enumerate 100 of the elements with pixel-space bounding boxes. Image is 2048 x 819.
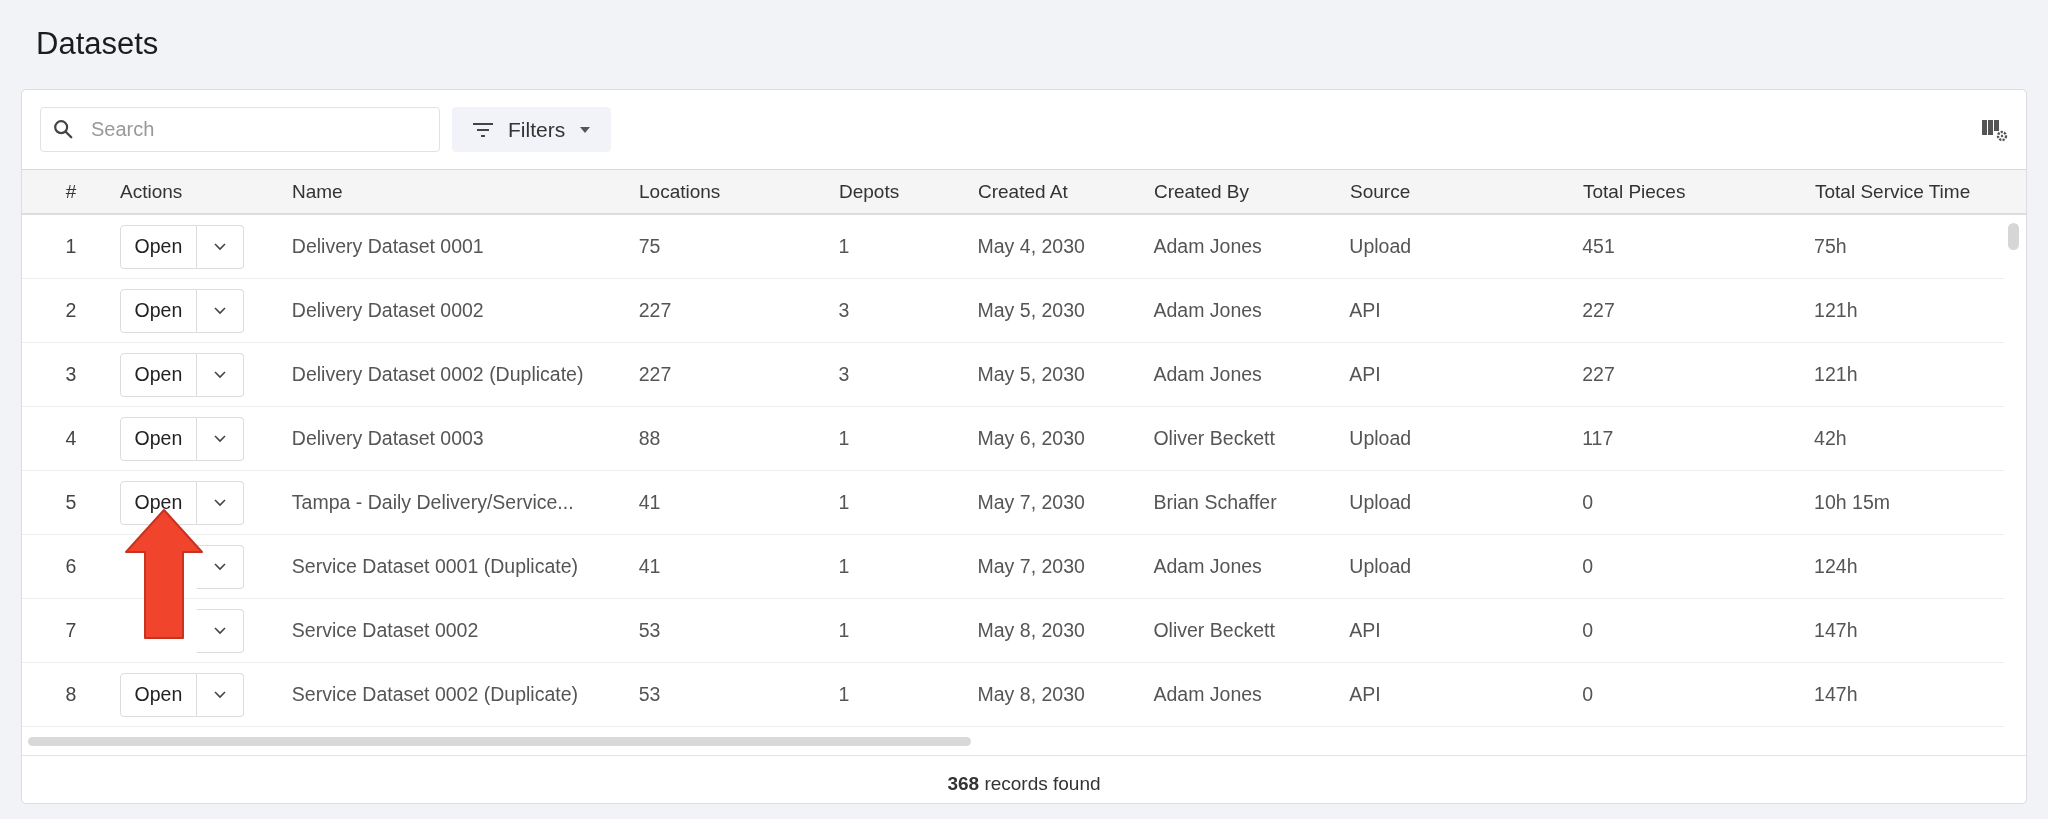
- chevron-icon: [213, 562, 226, 571]
- table-cell-text: 0: [1582, 619, 1595, 642]
- chevron-icon: [213, 242, 226, 251]
- filter-icon: [472, 121, 494, 138]
- table-cell-text: Brian Schaffer: [1153, 491, 1278, 514]
- table-cell-text: May 7, 2030: [977, 555, 1086, 578]
- row-number: 8: [64, 683, 78, 706]
- table-cell-text: May 5, 2030: [977, 363, 1086, 386]
- column-header: Created At: [978, 180, 1069, 203]
- table-cell-text: 41: [638, 491, 662, 514]
- table-cell-text: 41: [638, 555, 662, 578]
- table-cell-text: 42h: [1814, 427, 1848, 450]
- column-header: Source: [1350, 180, 1412, 203]
- open-button[interactable]: Open: [119, 672, 197, 717]
- chevron-icon: [213, 434, 226, 443]
- column-header: Locations: [639, 180, 722, 203]
- row-number: 3: [64, 363, 78, 386]
- table-cell-text: 227: [638, 363, 673, 386]
- table-cell-text: Tampa - Daily Delivery/Service...: [291, 491, 575, 514]
- table-cell-text: May 8, 2030: [977, 619, 1086, 642]
- scrollbar-thumb[interactable]: [28, 736, 971, 746]
- page-title: Datasets: [35, 25, 160, 63]
- dropdown-button[interactable]: [196, 544, 244, 589]
- table-cell-text: 53: [638, 683, 662, 706]
- table-cell-text: 0: [1582, 683, 1595, 706]
- table-cell-text: Adam Jones: [1153, 363, 1263, 386]
- table-cell-text: 1: [838, 555, 851, 578]
- table-cell-text: Adam Jones: [1153, 299, 1263, 322]
- table-cell-text: 10h 15m: [1814, 491, 1891, 514]
- table-cell-text: API: [1349, 363, 1382, 386]
- table-cell-text: Oliver Beckett: [1153, 619, 1276, 642]
- table-cell-text: 0: [1582, 491, 1595, 514]
- table-cell-text: 147h: [1814, 683, 1859, 706]
- table-cell-text: 147h: [1814, 619, 1859, 642]
- table-cell-text: API: [1349, 683, 1382, 706]
- table-cell-text: Upload: [1349, 491, 1413, 514]
- search-icon: [52, 118, 74, 140]
- row-number: 7: [64, 619, 78, 642]
- table-cell-text: 451: [1582, 235, 1616, 258]
- chevron-icon: [213, 498, 226, 507]
- row-number: 2: [64, 299, 78, 322]
- chevron-icon: [213, 626, 226, 635]
- filters-button[interactable]: Filters: [452, 107, 612, 152]
- open-button[interactable]: Open: [119, 416, 197, 461]
- chevron-icon: [213, 370, 226, 379]
- table-cell-text: 3: [838, 299, 851, 322]
- table-cell-text: 1: [838, 491, 851, 514]
- caret-icon: [579, 125, 592, 134]
- table-cell-text: May 5, 2030: [977, 299, 1086, 322]
- table-cell-text: API: [1349, 619, 1382, 642]
- column-settings-icon[interactable]: [1982, 117, 2008, 142]
- table-cell-text: 1: [838, 619, 851, 642]
- table-cell-text: Adam Jones: [1153, 555, 1263, 578]
- table-cell-text: Service Dataset 0002: [291, 619, 480, 642]
- table-cell-text: 121h: [1814, 363, 1859, 386]
- table-cell-text: 227: [1582, 363, 1616, 386]
- open-button[interactable]: Open: [119, 288, 197, 333]
- table-cell-text: 227: [638, 299, 673, 322]
- table-cell-text: Service Dataset 0002 (Duplicate): [291, 683, 579, 706]
- table-cell-text: Delivery Dataset 0002 (Duplicate): [291, 363, 585, 386]
- table-cell-text: Delivery Dataset 0003: [291, 427, 485, 450]
- table-cell-text: May 8, 2030: [977, 683, 1086, 706]
- table-cell-text: 53: [638, 619, 662, 642]
- column-header: Depots: [839, 180, 901, 203]
- column-header: Created By: [1154, 180, 1251, 203]
- table-cell-text: Delivery Dataset 0002: [291, 299, 485, 322]
- open-button[interactable]: Open: [119, 224, 197, 269]
- records-count: 368 records found: [947, 772, 1101, 795]
- table-cell-text: 121h: [1814, 299, 1859, 322]
- table-cell-text: 124h: [1814, 555, 1859, 578]
- table-cell-text: 117: [1582, 427, 1615, 450]
- table-cell-text: 227: [1582, 299, 1616, 322]
- open-button[interactable]: Open: [119, 480, 197, 525]
- open-button[interactable]: Open: [119, 352, 197, 397]
- table-cell-text: May 6, 2030: [977, 427, 1086, 450]
- table-cell-text: Upload: [1349, 235, 1413, 258]
- table-cell-text: 0: [1582, 555, 1595, 578]
- table-cell-text: 1: [838, 683, 851, 706]
- table-cell-text: Adam Jones: [1153, 683, 1263, 706]
- row-number: 6: [64, 555, 78, 578]
- table-cell-text: 75: [638, 235, 662, 258]
- table-cell-text: May 4, 2030: [977, 235, 1086, 258]
- search-field[interactable]: Search: [40, 107, 440, 152]
- table-cell-text: 1: [838, 235, 851, 258]
- table-cell-text: Service Dataset 0001 (Duplicate): [291, 555, 579, 578]
- column-header: Actions: [120, 180, 184, 203]
- column-header: Total Service Time: [1815, 180, 1972, 203]
- table-cell-text: Upload: [1349, 555, 1413, 578]
- table-cell-text: 75h: [1814, 235, 1848, 258]
- scrollbar-thumb[interactable]: [2008, 223, 2019, 250]
- chevron-icon: [213, 690, 226, 699]
- table-cell-text: API: [1349, 299, 1382, 322]
- table-cell-text: Upload: [1349, 427, 1413, 450]
- chevron-icon: [213, 306, 226, 315]
- column-header: #: [64, 180, 78, 203]
- row-number: 5: [64, 491, 78, 514]
- table-cell-text: May 7, 2030: [977, 491, 1086, 514]
- row-number: 4: [64, 427, 78, 450]
- table-cell-text: Oliver Beckett: [1153, 427, 1276, 450]
- row-number: 1: [64, 235, 78, 258]
